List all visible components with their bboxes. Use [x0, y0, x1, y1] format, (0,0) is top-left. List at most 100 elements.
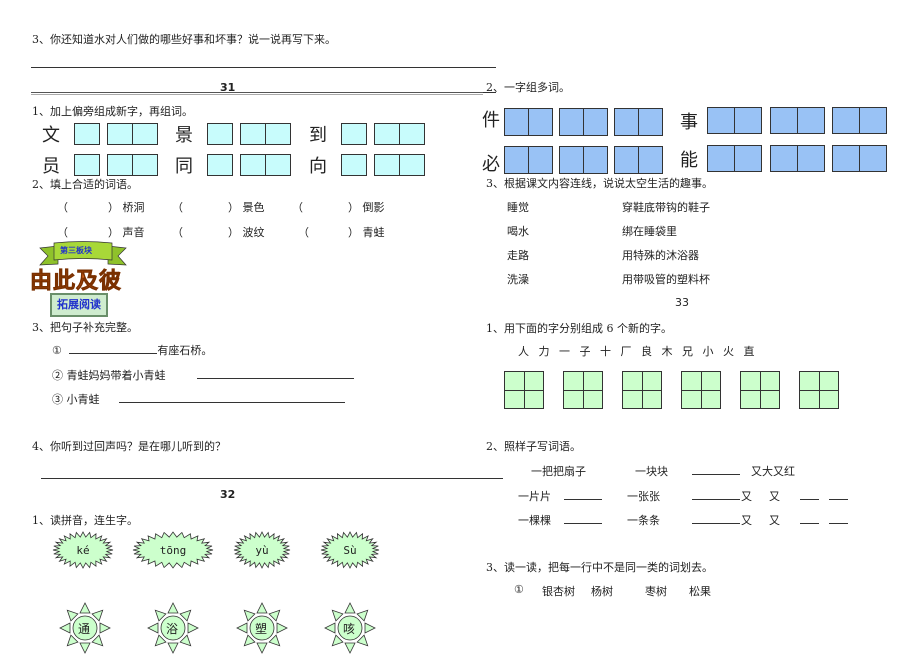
word-box[interactable]: [374, 154, 425, 176]
answer-blank[interactable]: [800, 513, 819, 524]
answer-line[interactable]: [41, 478, 503, 479]
compose-char: 小: [702, 345, 714, 358]
answer-blank[interactable]: [800, 489, 819, 500]
fill-word: ） 景色: [228, 201, 265, 214]
char-sun[interactable]: 塑: [236, 602, 288, 654]
word-box[interactable]: [707, 107, 762, 134]
char-box[interactable]: [74, 123, 100, 145]
char-sun[interactable]: 咳: [324, 602, 376, 654]
answer-line[interactable]: [31, 67, 483, 68]
char-box[interactable]: [207, 154, 233, 176]
answer-blank[interactable]: [829, 513, 848, 524]
fill-blank-open[interactable]: （: [57, 199, 68, 215]
char-sun[interactable]: 通: [59, 602, 111, 654]
char-box[interactable]: [341, 123, 367, 145]
word-box[interactable]: [240, 123, 291, 145]
pattern-example-1: 一把把扇子: [531, 465, 586, 478]
match-left-item[interactable]: 喝水: [507, 223, 529, 239]
answer-blank[interactable]: [829, 489, 848, 500]
word-box[interactable]: [107, 154, 158, 176]
question-compose-title: 1、用下面的字分别组成 6 个新的字。: [486, 322, 672, 335]
match-right-item[interactable]: 用特殊的沐浴器: [622, 247, 699, 263]
word-box[interactable]: [107, 123, 158, 145]
pattern-example-3: 又大又红: [751, 465, 795, 478]
pinyin-burst[interactable]: ké: [52, 530, 114, 570]
answer-blank[interactable]: [564, 489, 602, 500]
sentence-text: 小青蛙: [66, 393, 100, 406]
item-number: ②: [52, 369, 63, 382]
answer-line-tail: [483, 67, 496, 68]
word-box[interactable]: [559, 146, 608, 174]
fill-blank-open[interactable]: （: [172, 199, 183, 215]
sentence-item-2: ② 青蛙妈妈带着小青蛙: [52, 367, 354, 383]
fill-blank-open[interactable]: （: [172, 224, 183, 240]
you-char: 又: [769, 514, 780, 527]
word-box[interactable]: [614, 146, 663, 174]
pattern-row2-b: 一张张: [627, 490, 660, 503]
tian-grid-box[interactable]: [622, 371, 662, 409]
tian-grid-box[interactable]: [740, 371, 780, 409]
compose-char: 人: [518, 345, 529, 358]
odd-word[interactable]: 松果: [689, 583, 711, 599]
word-box[interactable]: [240, 154, 291, 176]
char-sun[interactable]: 浴: [147, 602, 199, 654]
pattern-row2-a: 一片片: [518, 490, 551, 503]
pinyin-text: tōng: [160, 544, 187, 557]
match-right-item[interactable]: 绑在睡袋里: [622, 223, 677, 239]
sun-char: 咳: [343, 622, 356, 636]
multi-base-char: 事: [680, 112, 698, 133]
match-right-item[interactable]: 穿鞋底带钩的鞋子: [622, 199, 710, 215]
char-box[interactable]: [207, 123, 233, 145]
word-box[interactable]: [770, 107, 825, 134]
tian-grid-box[interactable]: [563, 371, 603, 409]
word-box[interactable]: [504, 108, 553, 136]
odd-word[interactable]: 银杏树: [542, 583, 575, 599]
sun-char: 浴: [166, 622, 179, 636]
word-box[interactable]: [504, 146, 553, 174]
ribbon-label: 第三板块: [60, 246, 92, 255]
fill-word: ） 青蛙: [348, 226, 385, 239]
word-box[interactable]: [832, 145, 887, 172]
word-box[interactable]: [614, 108, 663, 136]
fill-blank-open[interactable]: （: [298, 224, 309, 240]
you-char: 又: [741, 490, 752, 503]
word-box[interactable]: [770, 145, 825, 172]
match-left-item[interactable]: 睡觉: [507, 199, 529, 215]
answer-blank[interactable]: [692, 513, 740, 524]
pattern-row3-b: 一条条: [627, 514, 660, 527]
odd-word[interactable]: 枣树: [645, 583, 667, 599]
compose-char: 子: [579, 345, 591, 358]
radical-base-char: 文: [42, 125, 60, 146]
sentence-text: 有座石桥。: [157, 344, 213, 357]
pinyin-text: ké: [76, 544, 89, 557]
answer-blank[interactable]: [69, 343, 158, 354]
char-box[interactable]: [74, 154, 100, 176]
answer-blank[interactable]: [692, 489, 740, 500]
odd-word[interactable]: 杨树: [591, 583, 613, 599]
match-left-item[interactable]: 洗澡: [507, 271, 529, 287]
tian-grid-box[interactable]: [681, 371, 721, 409]
char-box[interactable]: [341, 154, 367, 176]
word-box[interactable]: [707, 145, 762, 172]
answer-blank[interactable]: [564, 513, 602, 524]
radical-base-char: 景: [175, 125, 193, 146]
word-box[interactable]: [559, 108, 608, 136]
compose-char: 火: [723, 345, 734, 358]
tian-grid-box[interactable]: [799, 371, 839, 409]
word-box[interactable]: [832, 107, 887, 134]
pinyin-burst[interactable]: Sù: [320, 530, 380, 570]
answer-blank[interactable]: [197, 368, 354, 379]
multi-base-char: 必: [482, 154, 500, 175]
question-echo: 4、你听到过回声吗？是在哪儿听到的？: [32, 440, 226, 453]
fill-blank-open[interactable]: （: [292, 199, 303, 215]
fill-blank-open[interactable]: （: [57, 224, 68, 240]
answer-blank[interactable]: [119, 392, 345, 403]
word-box[interactable]: [374, 123, 425, 145]
match-left-item[interactable]: 走路: [507, 247, 529, 263]
match-right-item[interactable]: 用带吸管的塑料杯: [622, 271, 710, 287]
pinyin-burst[interactable]: yù: [233, 530, 291, 570]
tian-grid-box[interactable]: [504, 371, 544, 409]
pinyin-burst[interactable]: tōng: [132, 530, 214, 570]
sentence-item-1: ① 有座石桥。: [52, 342, 212, 358]
answer-blank[interactable]: [692, 464, 740, 475]
